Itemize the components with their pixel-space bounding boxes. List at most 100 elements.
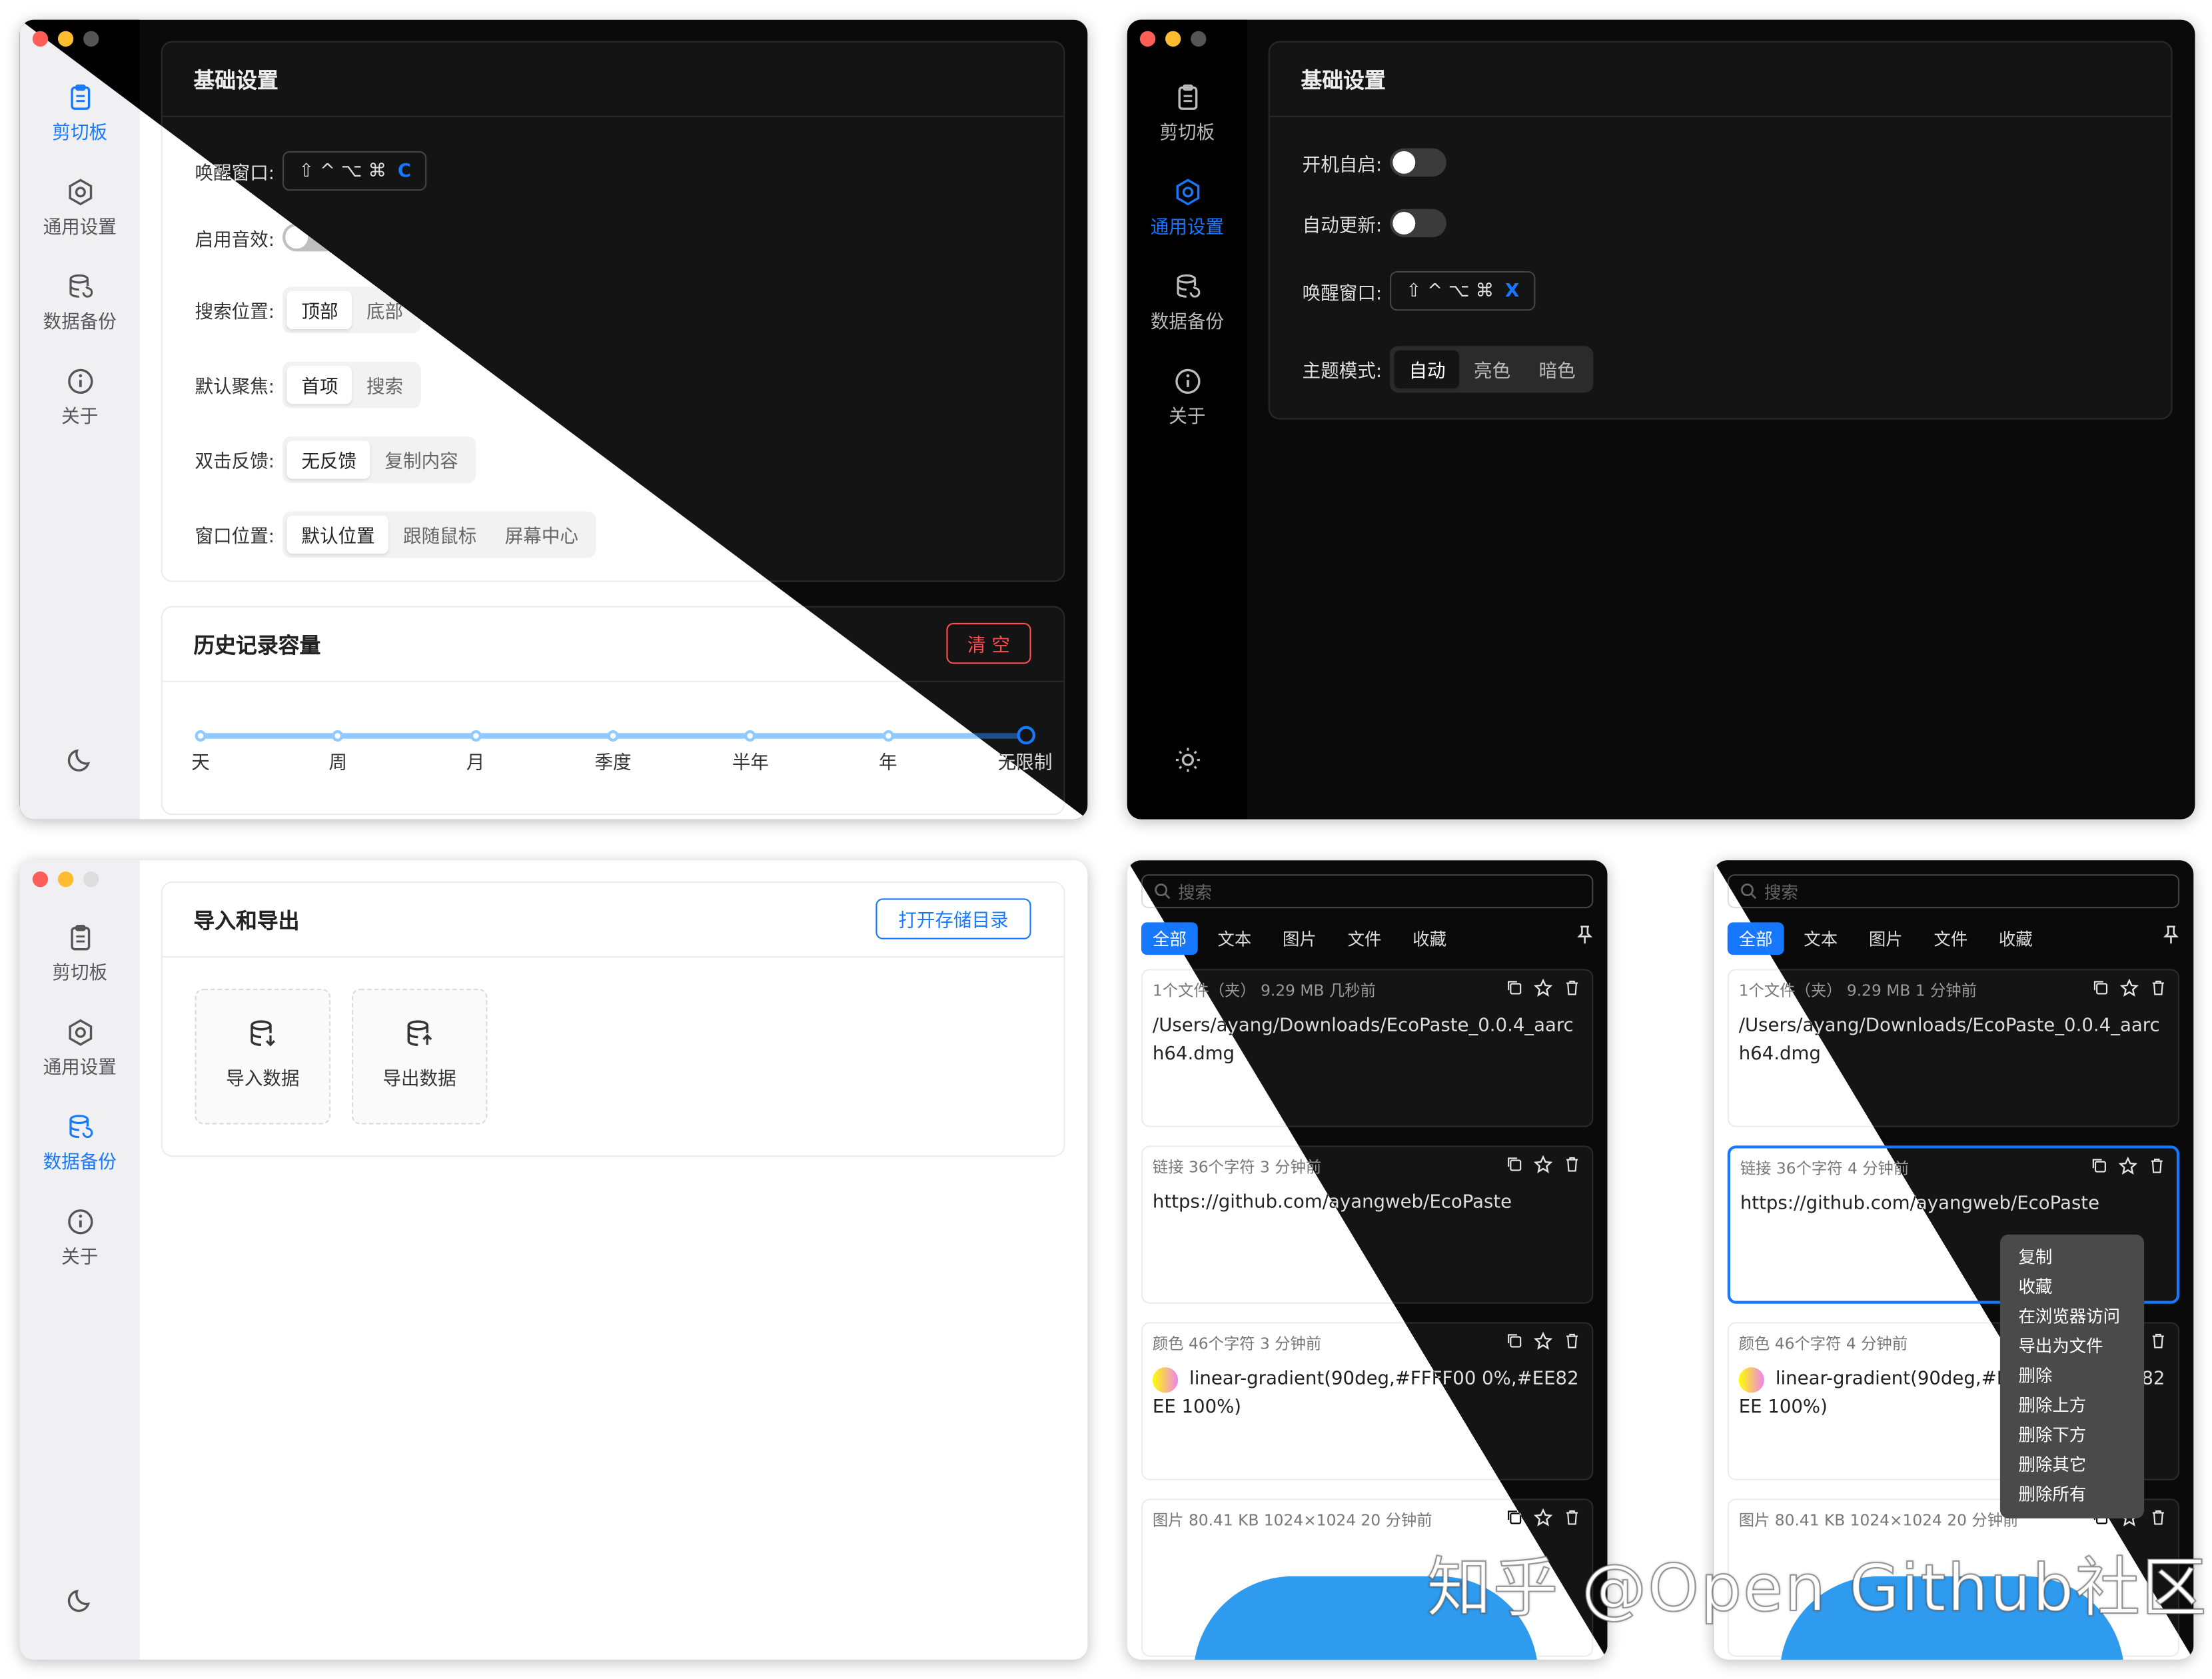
import-data-button[interactable]: 导入数据 — [195, 988, 331, 1125]
trash-icon[interactable] — [1564, 1508, 1580, 1525]
tab-filter[interactable]: 文本 — [1207, 921, 1263, 954]
menu-item[interactable]: 删除其它 — [2000, 1450, 2144, 1480]
minimize-button[interactable] — [1165, 31, 1181, 47]
copy-icon[interactable] — [1506, 979, 1522, 995]
search-input[interactable]: 搜索 — [1727, 874, 2180, 909]
copy-icon[interactable] — [1506, 1332, 1522, 1349]
menu-item[interactable]: 删除 — [2000, 1362, 2144, 1392]
theme-toggle[interactable] — [20, 1586, 140, 1620]
menu-item[interactable]: 删除下方 — [2000, 1421, 2144, 1451]
sidebar-item-label: 数据备份 — [43, 1152, 117, 1174]
segment-option[interactable]: 无反馈 — [287, 440, 371, 479]
search-placeholder: 搜索 — [1178, 881, 1212, 902]
trash-icon[interactable] — [2150, 979, 2167, 995]
menu-item[interactable]: 在浏览器访问 — [2000, 1303, 2144, 1333]
menu-item[interactable]: 删除上方 — [2000, 1391, 2144, 1421]
sidebar-item-backup[interactable]: 数据备份 — [1127, 273, 1247, 333]
shortcut-input[interactable]: ⇧ ^ ⌥ ⌘ C — [282, 151, 427, 191]
theme-label: 主题模式: — [1302, 361, 1382, 383]
screenshot-stage: 基础设置 历史记录容量 唤醒窗口:⇧ ^ ⌥ ⌘C 清 空 无限制 剪切板 通用… — [0, 0, 2212, 1677]
pin-icon[interactable] — [2163, 925, 2179, 945]
sidebar-item-about[interactable]: 关于 — [20, 367, 140, 428]
trash-icon[interactable] — [1564, 1332, 1580, 1349]
settings-icon — [1175, 179, 1199, 206]
minimize-button[interactable] — [57, 31, 74, 47]
menu-item[interactable]: 删除所有 — [2000, 1480, 2144, 1510]
sidebar-item-label: 通用设置 — [1150, 217, 1224, 239]
sidebar-item-clipboard[interactable]: 剪切板 — [1127, 83, 1247, 144]
theme-toggle[interactable] — [1127, 746, 1247, 780]
tab-filter[interactable]: 文件 — [1337, 921, 1393, 954]
segment-option[interactable]: 暗色 — [1524, 350, 1590, 388]
winpos-segment[interactable]: 默认位置 跟随鼠标 屏幕中心 — [282, 511, 597, 558]
trash-icon[interactable] — [1564, 1155, 1580, 1172]
copy-icon[interactable] — [2092, 979, 2109, 995]
autoupdate-toggle[interactable] — [1390, 209, 1447, 238]
slider-dot[interactable] — [607, 730, 619, 742]
dblclick-segment[interactable]: 无反馈 复制内容 — [282, 436, 477, 484]
segment-option[interactable]: 自动 — [1394, 350, 1460, 388]
focus-segment[interactable]: 首项 搜索 — [282, 361, 422, 408]
import-label: 导入数据 — [226, 1069, 300, 1091]
copy-icon[interactable] — [1506, 1155, 1522, 1172]
segment-option[interactable]: 首项 — [287, 366, 352, 404]
star-icon[interactable] — [1534, 1508, 1552, 1527]
sidebar-item-clipboard[interactable]: 剪切板 — [20, 923, 140, 985]
export-data-button[interactable]: 导出数据 — [351, 988, 488, 1125]
trash-icon[interactable] — [2149, 1157, 2165, 1173]
card-title: 基础设置 — [162, 43, 1064, 117]
menu-item[interactable]: 收藏 — [2000, 1273, 2144, 1303]
clear-button[interactable]: 清 空 — [946, 622, 1031, 664]
star-icon[interactable] — [2118, 1157, 2137, 1175]
tab-filter[interactable]: 图片 — [1271, 921, 1328, 954]
close-button[interactable] — [1139, 31, 1156, 47]
segment-option[interactable]: 默认位置 — [287, 515, 389, 554]
zoom-button[interactable] — [1191, 31, 1207, 47]
close-button[interactable] — [32, 871, 49, 887]
trash-icon[interactable] — [1564, 979, 1580, 995]
open-directory-button[interactable]: 打开存储目录 — [875, 898, 1031, 939]
segment-option[interactable]: 跟随鼠标 — [389, 516, 491, 554]
sidebar-item-about[interactable]: 关于 — [1127, 367, 1247, 428]
tab-filter[interactable]: 收藏 — [1987, 921, 2044, 954]
star-icon[interactable] — [1534, 979, 1552, 997]
shortcut-input[interactable]: ⇧ ^ ⌥ ⌘ X — [1390, 271, 1535, 311]
sidebar-item-about[interactable]: 关于 — [20, 1208, 140, 1269]
tab-filter[interactable]: 收藏 — [1401, 921, 1458, 954]
slider-dot[interactable] — [882, 730, 894, 742]
trash-icon[interactable] — [2150, 1508, 2167, 1525]
sidebar-item-settings[interactable]: 通用设置 — [1127, 178, 1247, 239]
star-icon[interactable] — [1534, 1155, 1552, 1174]
search-input[interactable]: 搜索 — [1141, 874, 1594, 909]
segment-option[interactable]: 复制内容 — [370, 440, 472, 478]
segment-option[interactable]: 搜索 — [352, 366, 418, 404]
close-button[interactable] — [32, 31, 49, 47]
tab-filter[interactable]: 文件 — [1922, 921, 1979, 954]
minimize-button[interactable] — [57, 871, 74, 887]
tab-filter[interactable]: 图片 — [1858, 921, 1914, 954]
segment-option[interactable]: 屏幕中心 — [491, 516, 593, 554]
segment-option[interactable]: 亮色 — [1460, 350, 1525, 388]
theme-segment[interactable]: 自动 亮色 暗色 — [1390, 346, 1594, 393]
theme-toggle[interactable] — [20, 746, 140, 780]
tab-filter[interactable]: 文本 — [1792, 921, 1849, 954]
menu-item[interactable]: 导出为文件 — [2000, 1332, 2144, 1362]
item-actions — [1506, 1155, 1580, 1174]
sidebar-item-settings[interactable]: 通用设置 — [20, 1019, 140, 1079]
autostart-toggle[interactable] — [1390, 148, 1447, 177]
slider-dot[interactable] — [195, 730, 207, 742]
trash-icon[interactable] — [2150, 1332, 2167, 1349]
zoom-button[interactable] — [83, 871, 99, 887]
zoom-button[interactable] — [83, 31, 99, 47]
segment-option[interactable]: 顶部 — [287, 290, 352, 329]
slider-dot[interactable] — [470, 730, 482, 742]
sidebar-item-backup[interactable]: 数据备份 — [20, 273, 140, 333]
sidebar-item-backup[interactable]: 数据备份 — [20, 1113, 140, 1174]
star-icon[interactable] — [2120, 979, 2139, 997]
star-icon[interactable] — [1534, 1332, 1552, 1351]
slider-handle[interactable] — [1017, 726, 1035, 745]
pin-icon[interactable] — [1576, 925, 1593, 945]
copy-icon[interactable] — [2091, 1157, 2107, 1173]
sidebar-item-settings[interactable]: 通用设置 — [20, 178, 140, 239]
menu-item[interactable]: 复制 — [2000, 1243, 2144, 1273]
